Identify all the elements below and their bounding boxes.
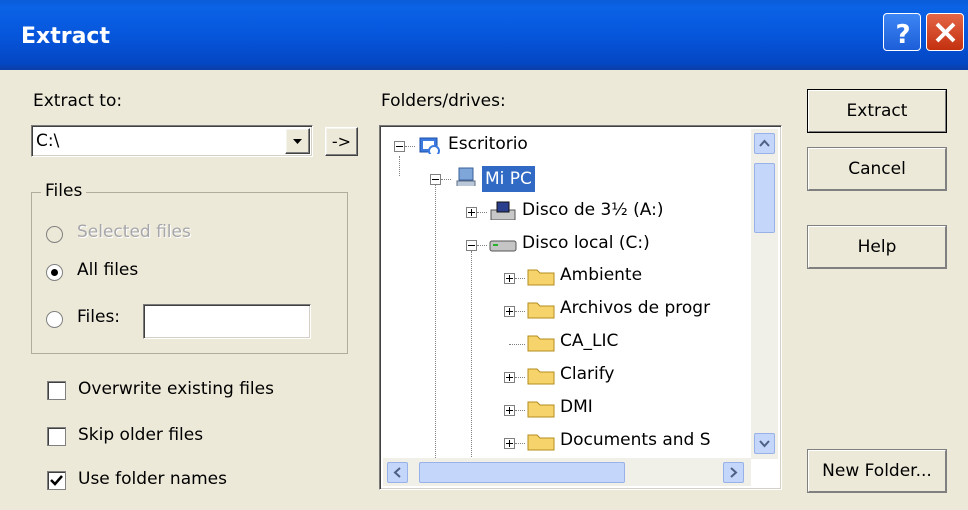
radio-selected-files[interactable]: [46, 226, 63, 243]
tree-expand-toggle[interactable]: [504, 306, 515, 317]
extract-to-value[interactable]: C:\: [36, 131, 59, 151]
vertical-scrollbar[interactable]: [751, 129, 778, 459]
checkmark-icon: [50, 475, 63, 486]
tree-item-local-disk[interactable]: Disco local (C:): [522, 233, 650, 263]
use-folder-names-checkbox[interactable]: [47, 471, 66, 490]
files-pattern-input[interactable]: [143, 304, 311, 339]
folder-icon: [527, 434, 555, 451]
chevron-left-icon: [393, 467, 401, 478]
overwrite-label: Overwrite existing files: [78, 379, 274, 399]
tree-item-folder[interactable]: CA_LIC: [560, 331, 618, 361]
files-group-legend: Files: [41, 181, 87, 201]
folder-icon: [527, 368, 555, 385]
new-folder-button[interactable]: New Folder...: [807, 449, 947, 493]
tree-line: [515, 377, 525, 378]
tree-item-folder[interactable]: Documents and S: [560, 430, 711, 460]
use-folder-names-label: Use folder names: [78, 469, 227, 489]
hard-drive-icon: [489, 240, 517, 252]
title-close-button[interactable]: [926, 13, 964, 51]
tree-line: [509, 344, 525, 345]
skip-older-label: Skip older files: [78, 425, 204, 445]
question-icon: ?: [895, 20, 910, 50]
tree-item-folder[interactable]: Ambiente: [560, 265, 642, 295]
folders-drives-label: Folders/drives:: [381, 91, 506, 111]
radio-files-label: Files:: [77, 307, 121, 327]
radio-dot: [51, 269, 58, 276]
cancel-button-label: Cancel: [848, 159, 906, 179]
tree-line: [435, 184, 436, 484]
radio-all-files-label: All files: [77, 260, 139, 280]
scroll-down-button[interactable]: [754, 433, 775, 454]
tree-item-folder[interactable]: DMI: [560, 397, 593, 427]
tree-collapse-toggle[interactable]: [466, 240, 477, 251]
folder-icon: [527, 335, 555, 352]
tree-item-folder[interactable]: Clarify: [560, 364, 614, 394]
tree-line: [515, 410, 525, 411]
extract-dialog: Extract ? Extract to: C:\ -> Files Selec…: [0, 0, 968, 510]
tree-item-floppy[interactable]: Disco de 3½ (A:): [522, 200, 664, 230]
close-icon: [935, 22, 956, 43]
tree-line: [477, 212, 487, 213]
chevron-right-icon: [730, 467, 738, 478]
tree-expand-toggle[interactable]: [504, 438, 515, 449]
dialog-title: Extract: [21, 24, 110, 49]
tree-expand-toggle[interactable]: [504, 405, 515, 416]
tree-line: [405, 146, 415, 147]
tree-item-escritorio[interactable]: Escritorio: [448, 134, 528, 164]
extract-button[interactable]: Extract: [807, 89, 947, 133]
chevron-up-icon: [759, 139, 770, 147]
folder-tree[interactable]: Escritorio Mi PC Disco de 3½ (A:) Disco …: [379, 125, 782, 490]
extract-to-combobox[interactable]: C:\: [31, 125, 313, 157]
horizontal-scrollbar[interactable]: [383, 458, 751, 486]
tree-line: [515, 278, 525, 279]
scroll-up-button[interactable]: [754, 133, 775, 154]
title-bar[interactable]: Extract ?: [0, 0, 968, 70]
desktop-icon: [419, 137, 440, 154]
combo-dropdown-button[interactable]: [285, 128, 310, 154]
tree-expand-toggle[interactable]: [466, 207, 477, 218]
tree-line: [399, 156, 400, 176]
go-button[interactable]: ->: [325, 127, 358, 156]
radio-selected-files-label: Selected files: [77, 222, 191, 242]
folder-icon: [527, 401, 555, 418]
svg-text:?: ?: [895, 20, 910, 50]
scroll-right-button[interactable]: [723, 462, 744, 483]
tree-item-folder[interactable]: Archivos de progr: [560, 298, 710, 328]
tree-expand-toggle[interactable]: [504, 372, 515, 383]
tree-item-mi-pc[interactable]: Mi PC: [482, 166, 535, 192]
radio-files[interactable]: [46, 311, 63, 328]
tree-collapse-toggle[interactable]: [394, 141, 405, 152]
chevron-down-icon: [759, 440, 770, 448]
overwrite-checkbox[interactable]: [47, 381, 66, 400]
folder-icon: [527, 302, 555, 319]
extract-to-label: Extract to:: [33, 91, 123, 111]
help-button[interactable]: Help: [807, 225, 947, 269]
new-folder-button-label: New Folder...: [822, 461, 932, 481]
floppy-drive-icon: [490, 201, 516, 220]
tree-line: [515, 443, 525, 444]
scroll-thumb[interactable]: [419, 462, 625, 483]
tree-line: [441, 179, 451, 180]
scroll-left-button[interactable]: [387, 462, 408, 483]
tree-line: [477, 245, 487, 246]
skip-older-checkbox[interactable]: [47, 427, 66, 446]
scroll-thumb[interactable]: [754, 163, 775, 233]
tree-line: [471, 251, 472, 481]
chevron-down-icon: [293, 139, 302, 144]
cancel-button[interactable]: Cancel: [807, 147, 947, 191]
tree-line: [515, 311, 525, 312]
tree-expand-toggle[interactable]: [504, 273, 515, 284]
extract-button-label: Extract: [846, 101, 908, 121]
title-help-button[interactable]: ?: [883, 13, 921, 51]
folder-icon: [527, 269, 555, 286]
help-button-label: Help: [857, 237, 897, 257]
radio-all-files[interactable]: [46, 264, 63, 281]
tree-collapse-toggle[interactable]: [430, 174, 441, 185]
